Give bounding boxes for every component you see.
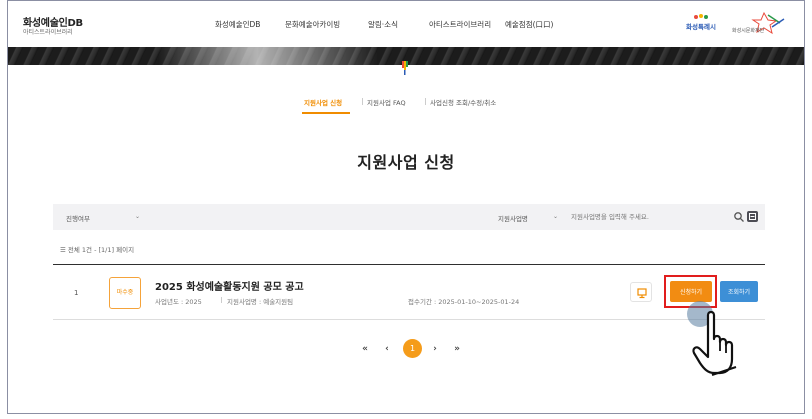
- hand-pointer-icon: [692, 310, 737, 376]
- tab-separator: [362, 98, 363, 105]
- active-tab-underline: [302, 112, 350, 114]
- page-first-button[interactable]: «: [357, 342, 373, 356]
- row-period: 접수기간 : 2025-01-10~2025-01-24: [408, 298, 520, 306]
- page-prev-button[interactable]: ‹: [379, 342, 395, 356]
- view-button[interactable]: [630, 282, 652, 302]
- lookup-button[interactable]: 조회하기: [720, 281, 758, 302]
- brand-left-text: 화성특례시: [686, 22, 716, 31]
- tab-faq[interactable]: 지원사업 FAQ: [367, 97, 406, 107]
- row-title[interactable]: 2025 화성예술활동지원 공모 공고: [155, 278, 304, 293]
- chevron-down-icon[interactable]: ⌄: [135, 213, 140, 220]
- row-team: 지원사업명 : 예술지원팀: [227, 298, 294, 306]
- tab-apply[interactable]: 지원사업 신청: [304, 97, 342, 107]
- tab-separator: [425, 98, 426, 105]
- result-count: ☰ 전체 1건 - [1/1] 페이지: [60, 246, 135, 254]
- search-filter-bar: 진행여부 ⌄ 지원사업명 ⌄: [53, 204, 765, 230]
- nav-item-artist-db[interactable]: 화성예술인DB: [215, 19, 260, 30]
- meta-separator: [221, 297, 222, 303]
- filter-icon[interactable]: [747, 211, 758, 222]
- nav-item-art-spot[interactable]: 예술점점(口口): [505, 19, 553, 30]
- cultural-foundation-logo[interactable]: 화성시문화재단: [728, 11, 788, 35]
- search-icon[interactable]: [733, 211, 745, 223]
- banner-marker-icon: [402, 61, 408, 75]
- page-current[interactable]: 1: [403, 339, 422, 358]
- list-bottom-border: [53, 319, 765, 320]
- page-last-button[interactable]: »: [449, 342, 465, 356]
- page-title: 지원사업 신청: [357, 153, 455, 172]
- site-logo-subtitle: 아티스트라이브러리: [23, 29, 73, 36]
- brand-right-text: 화성시문화재단: [732, 27, 765, 34]
- list-top-border: [53, 264, 765, 265]
- apply-button[interactable]: 신청하기: [670, 281, 712, 302]
- browser-frame: 화성예술인DB 아티스트라이브러리 화성예술인DB 문화예술아카이빙 알림·소식…: [7, 0, 805, 414]
- chevron-down-icon[interactable]: ⌄: [553, 213, 558, 220]
- nav-item-archiving[interactable]: 문화예술아카이빙: [285, 19, 340, 30]
- monitor-icon: [637, 288, 647, 299]
- search-input[interactable]: [571, 210, 731, 224]
- site-header: 화성예술인DB 아티스트라이브러리 화성예술인DB 문화예술아카이빙 알림·소식…: [8, 1, 804, 47]
- banner-light-streak: [158, 47, 378, 65]
- row-number: 1: [74, 289, 79, 297]
- page-next-button[interactable]: ›: [427, 342, 443, 356]
- row-year: 사업년도 : 2025: [155, 298, 202, 306]
- type-select[interactable]: 지원사업명: [498, 213, 528, 223]
- status-badge: 마수중: [109, 277, 141, 309]
- status-select[interactable]: 진행여부: [66, 213, 90, 223]
- nav-item-library[interactable]: 아티스트라이브러리: [429, 19, 491, 30]
- nav-item-news[interactable]: 알림·소식: [368, 19, 398, 30]
- tab-lookup-edit-cancel[interactable]: 사업신청 조회/수정/취소: [430, 97, 496, 107]
- hwaseong-city-logo[interactable]: 화성특례시: [684, 11, 718, 35]
